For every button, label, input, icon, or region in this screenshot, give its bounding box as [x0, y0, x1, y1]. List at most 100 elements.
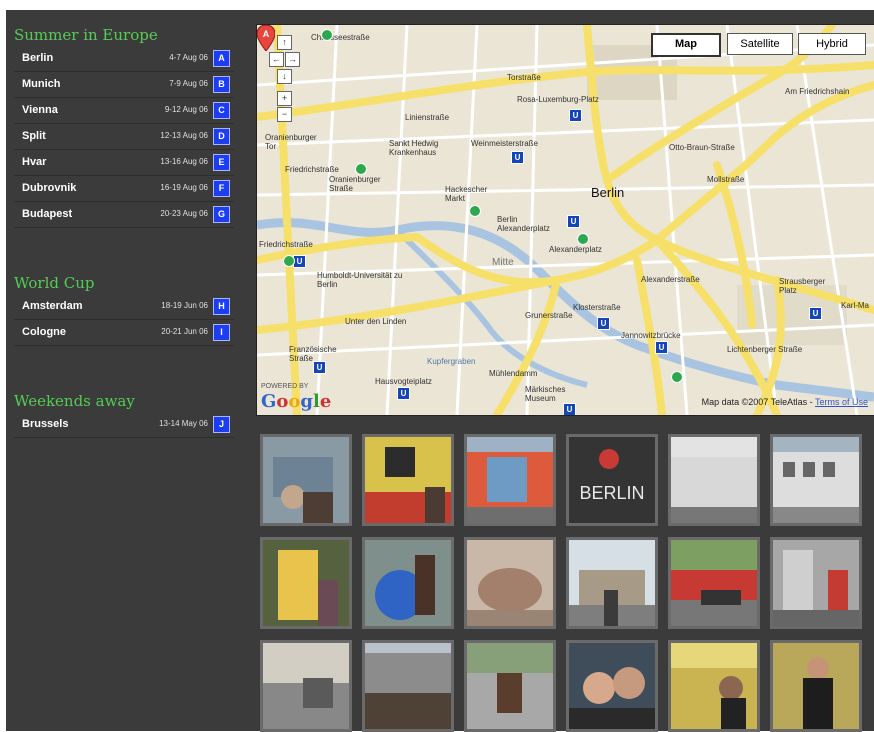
- trip-city: Budapest: [22, 208, 73, 220]
- photo-thumbnail[interactable]: [668, 537, 760, 629]
- sbahn-icon: [577, 233, 589, 245]
- marker-badge[interactable]: H: [213, 298, 230, 315]
- zoom-in-icon[interactable]: +: [277, 91, 292, 106]
- ubahn-icon: U: [563, 403, 576, 415]
- map-type-satellite-button[interactable]: Satellite: [727, 33, 793, 55]
- photo-thumbnail[interactable]: [770, 537, 862, 629]
- map-label: Am Friedrichshain: [785, 87, 850, 96]
- section-summer: Summer in Europe Berlin 4-7 Aug 06 A Mun…: [6, 24, 238, 228]
- trip-dates: 18-19 Jun 06: [161, 301, 208, 310]
- map-label: Kupfergraben: [427, 357, 476, 366]
- ubahn-icon: U: [397, 387, 410, 400]
- ubahn-icon: U: [569, 109, 582, 122]
- trip-row-hvar[interactable]: Hvar 13-16 Aug 06 E: [14, 150, 234, 176]
- map-label: Mollstraße: [707, 175, 745, 184]
- map-label: Oranienburger Straße: [329, 175, 381, 193]
- map-label: Hausvogteiplatz: [375, 377, 432, 386]
- photo-thumbnail[interactable]: [770, 640, 862, 732]
- section-weekends: Weekends away Brussels 13-14 May 06 J: [6, 390, 238, 438]
- terms-of-use-link[interactable]: Terms of Use: [815, 397, 868, 407]
- map-label: Mühlendamm: [489, 369, 538, 378]
- marker-badge[interactable]: G: [213, 206, 230, 223]
- trip-row-budapest[interactable]: Budapest 20-23 Aug 06 G: [14, 202, 234, 228]
- photo-thumbnail[interactable]: [362, 537, 454, 629]
- marker-badge[interactable]: C: [213, 102, 230, 119]
- zoom-out-icon[interactable]: −: [277, 107, 292, 122]
- trip-dates: 9-12 Aug 06: [164, 105, 208, 114]
- pan-right-icon[interactable]: →: [285, 52, 300, 67]
- app-window: Summer in Europe Berlin 4-7 Aug 06 A Mun…: [6, 10, 874, 732]
- marker-badge[interactable]: E: [213, 154, 230, 171]
- map-label: Märkisches Museum: [525, 385, 566, 403]
- map-type-map-button[interactable]: Map: [651, 33, 721, 57]
- pan-up-icon[interactable]: ↑: [277, 35, 292, 50]
- photo-thumbnail[interactable]: [668, 640, 760, 732]
- trip-dates: 12-13 Aug 06: [160, 131, 208, 140]
- photo-thumbnail[interactable]: [770, 434, 862, 526]
- map-label: Weinmeisterstraße: [471, 139, 538, 148]
- photo-thumbnail[interactable]: [362, 434, 454, 526]
- marker-badge[interactable]: A: [213, 50, 230, 67]
- section-title: Weekends away: [14, 392, 135, 410]
- photo-thumbnail[interactable]: [260, 537, 352, 629]
- trip-city: Amsterdam: [22, 300, 83, 312]
- sbahn-icon: [355, 163, 367, 175]
- trip-city: Split: [22, 130, 46, 142]
- google-logo[interactable]: Google: [261, 391, 331, 412]
- trip-sidebar: Summer in Europe Berlin 4-7 Aug 06 A Mun…: [6, 24, 238, 438]
- city-label: Berlin: [591, 185, 625, 200]
- trip-city: Cologne: [22, 326, 66, 338]
- svg-text:BERLIN: BERLIN: [579, 483, 644, 503]
- marker-badge[interactable]: J: [213, 416, 230, 433]
- map-attribution: Map data ©2007 TeleAtlas - Terms of Use: [702, 397, 868, 407]
- marker-badge[interactable]: B: [213, 76, 230, 93]
- trip-dates: 20-21 Jun 06: [161, 327, 208, 336]
- pan-left-icon[interactable]: ←: [269, 52, 284, 67]
- trip-row-cologne[interactable]: Cologne 20-21 Jun 06 I: [14, 320, 234, 346]
- map-label: Karl-Ma: [841, 301, 870, 310]
- map-label: Berlin Alexanderplatz: [497, 215, 550, 233]
- section-title: World Cup: [14, 274, 95, 292]
- trip-row-brussels[interactable]: Brussels 13-14 May 06 J: [14, 412, 234, 438]
- map-label: Alexanderstraße: [641, 275, 700, 284]
- trip-row-split[interactable]: Split 12-13 Aug 06 D: [14, 124, 234, 150]
- trip-dates: 13-14 May 06: [159, 419, 208, 428]
- map-label: Sankt Hedwig Krankenhaus: [389, 139, 439, 157]
- marker-badge[interactable]: I: [213, 324, 230, 341]
- photo-thumbnail[interactable]: [668, 434, 760, 526]
- trip-row-berlin[interactable]: Berlin 4-7 Aug 06 A: [14, 46, 234, 72]
- photo-thumbnail[interactable]: [464, 537, 556, 629]
- marker-badge[interactable]: F: [213, 180, 230, 197]
- trip-row-amsterdam[interactable]: Amsterdam 18-19 Jun 06 H: [14, 294, 234, 320]
- trip-city: Vienna: [22, 104, 58, 116]
- map-label: Humboldt-Universität zu Berlin: [317, 271, 403, 289]
- trip-row-vienna[interactable]: Vienna 9-12 Aug 06 C: [14, 98, 234, 124]
- photo-thumbnail[interactable]: [260, 640, 352, 732]
- photo-thumbnail[interactable]: BERLIN: [566, 434, 658, 526]
- sbahn-icon: [469, 205, 481, 217]
- photo-thumbnail[interactable]: [566, 537, 658, 629]
- map-label: Mitte: [492, 257, 514, 268]
- trip-dates: 13-16 Aug 06: [160, 157, 208, 166]
- sbahn-icon: [321, 29, 333, 41]
- photo-thumbnail[interactable]: [566, 640, 658, 732]
- map-label: Friedrichstraße: [285, 165, 339, 174]
- map-label: Friedrichstraße: [259, 240, 313, 249]
- photo-thumbnail[interactable]: [362, 640, 454, 732]
- map-view[interactable]: Map Satellite Hybrid ↑ ← → ↓ + − Torstra…: [256, 24, 874, 416]
- section-world-cup: World Cup Amsterdam 18-19 Jun 06 H Colog…: [6, 272, 238, 346]
- trip-row-dubrovnik[interactable]: Dubrovnik 16-19 Aug 06 F: [14, 176, 234, 202]
- trip-row-munich[interactable]: Munich 7-9 Aug 06 B: [14, 72, 234, 98]
- photo-thumbnail[interactable]: [260, 434, 352, 526]
- trip-city: Munich: [22, 78, 61, 90]
- photo-thumbnail[interactable]: [464, 434, 556, 526]
- map-label: Lichtenberger Straße: [727, 345, 803, 354]
- map-type-hybrid-button[interactable]: Hybrid: [798, 33, 866, 55]
- map-label: Klosterstraße: [573, 303, 621, 312]
- marker-badge[interactable]: D: [213, 128, 230, 145]
- photo-thumbnail[interactable]: [464, 640, 556, 732]
- ubahn-icon: U: [313, 361, 326, 374]
- map-marker-icon[interactable]: A: [257, 25, 275, 51]
- pan-down-icon[interactable]: ↓: [277, 69, 292, 84]
